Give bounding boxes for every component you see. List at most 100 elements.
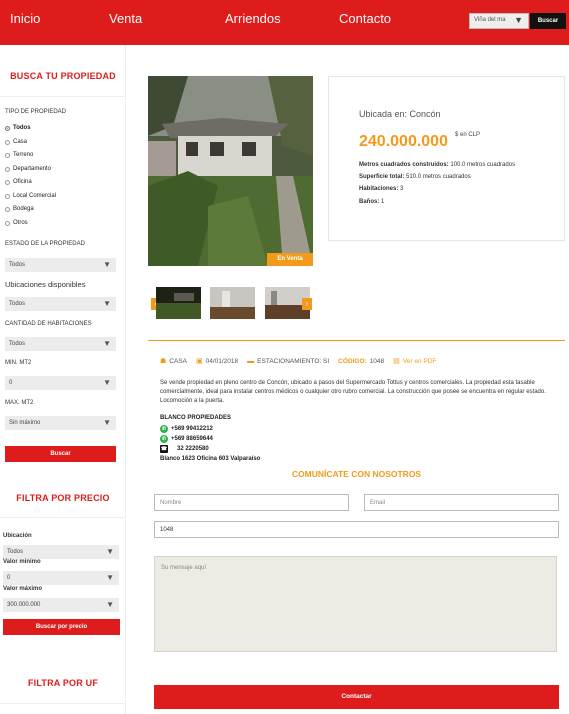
min-mt2-select[interactable]: 0 ▼ xyxy=(5,376,116,390)
contact-submit-button[interactable]: Contactar xyxy=(154,685,559,709)
precio-title: FILTRA POR PRECIO xyxy=(16,493,110,503)
company-name: BLANCO PROPIEDADES xyxy=(160,415,232,421)
radio-label: Terreno xyxy=(13,152,34,158)
location-select-value: Viña del ma xyxy=(474,17,506,23)
nav-link-venta[interactable]: Venta xyxy=(109,11,142,26)
radio-tipo-terreno[interactable]: Terreno xyxy=(5,152,33,158)
property-info-box: Ubicada en: Concón 240.000.000 $ en CLP … xyxy=(328,76,565,241)
ubicacion-select[interactable]: Todos ▼ xyxy=(3,545,119,559)
status-badge: En Venta xyxy=(267,253,313,266)
search-by-price-button[interactable]: Buscar por precio xyxy=(3,619,120,635)
max-mt2-label: MAX. MT2 xyxy=(5,400,34,406)
radio-label: Local Comercial xyxy=(13,193,57,199)
max-mt2-select[interactable]: Sin máximo ▼ xyxy=(5,416,116,430)
divider xyxy=(0,703,126,704)
nav-link-contacto[interactable]: Contacto xyxy=(339,11,391,26)
valor-min-label: Valor mínimo xyxy=(3,559,41,565)
spec-superficie: Superficie total: 510.0 metros cuadrados xyxy=(359,174,471,180)
property-description: Se vende propiedad en pleno centro de Co… xyxy=(160,380,546,404)
valor-max-select[interactable]: 300.000.000 ▼ xyxy=(3,598,119,612)
radio-tipo-departamento[interactable]: Departamento xyxy=(5,166,51,172)
radio-label: Oficina xyxy=(13,179,32,185)
thumbnail[interactable] xyxy=(210,287,255,319)
estado-select-value: Todos xyxy=(9,262,26,268)
radio-label: Casa xyxy=(13,139,28,145)
landline-phone[interactable]: ☎ 32 2220580 xyxy=(160,445,209,453)
radio-tipo-casa[interactable]: Casa xyxy=(5,139,27,145)
chevron-down-icon: ▼ xyxy=(103,339,111,348)
whatsapp-icon: ✆ xyxy=(160,435,168,443)
price-currency: $ en CLP xyxy=(455,132,481,138)
habitaciones-select-value: Todos xyxy=(9,341,26,347)
radio-tipo-bodega[interactable]: Bodega xyxy=(5,206,34,212)
chevron-down-icon: ▼ xyxy=(103,418,111,427)
nav-link-inicio[interactable]: Inicio xyxy=(10,11,40,26)
valor-max-value: 300.000.000 xyxy=(7,602,41,608)
radio-tipo-todos[interactable]: Todos xyxy=(5,125,31,131)
radio-icon xyxy=(5,220,10,226)
uf-title: FILTRA POR UF xyxy=(27,678,99,688)
min-mt2-label: MIN. MT2 xyxy=(5,360,32,366)
estado-select[interactable]: Todos ▼ xyxy=(5,258,116,272)
chevron-down-icon: ▼ xyxy=(106,573,114,582)
sidebar-search-button[interactable]: Buscar xyxy=(5,446,116,462)
pdf-link[interactable]: Ver en PDF xyxy=(403,358,437,365)
meta-parking: ESTACIONAMIENTO: SI xyxy=(257,357,330,365)
thumbnail-image xyxy=(210,287,255,319)
valor-min-value: 0 xyxy=(7,575,11,581)
property-details: ☗ CASA ▣ 04/01/2018 ▬ ESTACIONAMIENTO: S… xyxy=(148,340,565,714)
radio-label: Bodega xyxy=(13,206,34,212)
spec-construidos: Metros cuadrados construidos: 100.0 metr… xyxy=(359,162,516,168)
email-field[interactable]: Email xyxy=(364,494,559,511)
top-nav: Inicio Venta Arriendos Contacto Viña del… xyxy=(0,0,569,45)
max-mt2-value: Sin máximo xyxy=(9,420,41,426)
radio-label: Departamento xyxy=(13,166,52,172)
property-location: Ubicada en: Concón xyxy=(359,109,441,119)
whatsapp-icon: ✆ xyxy=(160,425,168,433)
radio-icon xyxy=(5,166,10,172)
habitaciones-select[interactable]: Todos ▼ xyxy=(5,337,116,351)
message-field[interactable]: Su mensaje aquí xyxy=(154,556,557,652)
meta-code: 1048 xyxy=(369,357,385,365)
meta-code-label: CÓDIGO: xyxy=(338,357,367,365)
ubicacion-select-value: Todos xyxy=(7,549,24,555)
sidebar: BUSCA TU PROPIEDAD TIPO DE PROPIEDAD Tod… xyxy=(0,45,126,714)
nav-link-arriendos[interactable]: Arriendos xyxy=(225,11,281,26)
chevron-down-icon: ▼ xyxy=(514,15,523,25)
chevron-down-icon: ▼ xyxy=(106,547,114,556)
whatsapp-phone-1[interactable]: ✆ +569 99412212 xyxy=(160,425,213,433)
chevron-down-icon: ▼ xyxy=(103,260,111,269)
valor-max-label: Valor máximo xyxy=(3,586,43,592)
property-main-photo[interactable]: En Venta xyxy=(148,76,313,266)
search-title: BUSCA TU PROPIEDAD xyxy=(10,71,116,81)
nav-search-button[interactable]: Buscar xyxy=(530,13,566,29)
ubicaciones-select[interactable]: Todos ▼ xyxy=(5,297,116,311)
divider xyxy=(0,517,126,518)
contact-form-title: COMUNÍCATE CON NOSOTROS xyxy=(291,469,422,479)
radio-tipo-local-comercial[interactable]: Local Comercial xyxy=(5,193,56,199)
ubicaciones-label: Ubicaciones disponibles xyxy=(5,280,86,289)
pdf-icon: ▤ xyxy=(393,358,400,365)
company-address: Blanco 1623 Oficina 603 Valparaíso xyxy=(160,456,261,462)
radio-tipo-otros[interactable]: Otros xyxy=(5,220,28,226)
ubicaciones-select-value: Todos xyxy=(9,301,26,307)
whatsapp-phone-2[interactable]: ✆ +569 88659644 xyxy=(160,435,213,443)
meta-date: 04/01/2018 xyxy=(205,357,239,365)
radio-icon xyxy=(5,125,10,131)
divider xyxy=(0,96,126,97)
radio-icon xyxy=(5,206,10,212)
radio-icon xyxy=(5,139,10,145)
code-field[interactable]: 1048 xyxy=(154,521,559,538)
valor-min-select[interactable]: 0 ▼ xyxy=(3,571,119,585)
property-meta: ☗ CASA ▣ 04/01/2018 ▬ ESTACIONAMIENTO: S… xyxy=(160,357,437,366)
radio-label: Todos xyxy=(13,125,31,131)
tipo-label: TIPO DE PROPIEDAD xyxy=(5,109,67,115)
radio-tipo-oficina[interactable]: Oficina xyxy=(5,179,32,185)
thumbnail[interactable] xyxy=(156,287,201,319)
chevron-down-icon: ▼ xyxy=(103,299,111,308)
carousel-next-button[interactable]: › xyxy=(302,298,312,310)
habitaciones-label: CANTIDAD DE HABITACIONES xyxy=(5,321,92,327)
location-select[interactable]: Viña del ma ▼ xyxy=(469,13,529,29)
name-field[interactable]: Nombre xyxy=(154,494,349,511)
radio-icon xyxy=(5,179,10,185)
